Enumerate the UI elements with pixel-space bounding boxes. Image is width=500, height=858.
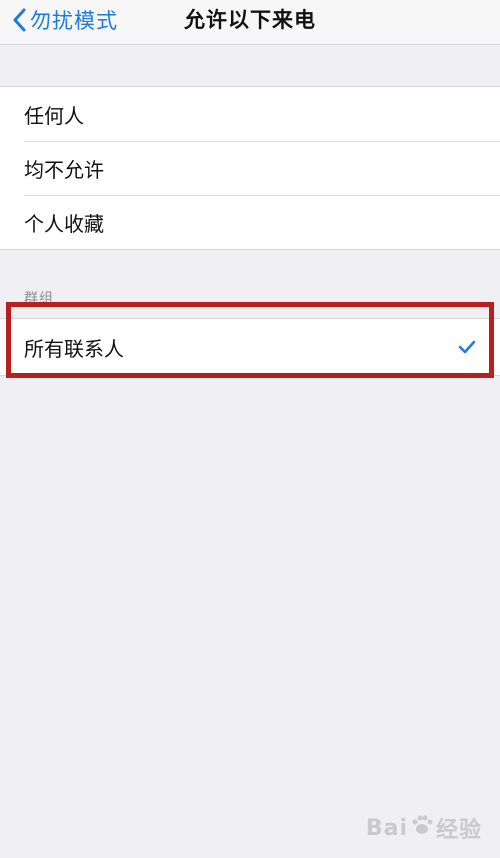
option-label: 个人收藏 bbox=[24, 211, 104, 236]
option-label: 任何人 bbox=[24, 103, 84, 128]
groups-section-header: 群组 bbox=[24, 291, 54, 307]
watermark-text-right: 经验 bbox=[435, 818, 482, 843]
watermark-text-left: Bai bbox=[365, 815, 408, 841]
option-favorites[interactable]: 个人收藏 bbox=[0, 195, 500, 249]
option-label: 均不允许 bbox=[24, 157, 104, 182]
option-everyone[interactable]: 任何人 bbox=[0, 87, 500, 141]
page-title: 允许以下来电 bbox=[184, 8, 316, 32]
baidu-watermark: Bai 经验 bbox=[366, 812, 482, 844]
navigation-bar: 勿扰模式 允许以下来电 bbox=[0, 0, 500, 45]
option-label: 所有联系人 bbox=[24, 336, 124, 361]
checkmark-icon bbox=[458, 335, 476, 359]
groups-list: 所有联系人 bbox=[0, 318, 500, 376]
option-no-one[interactable]: 均不允许 bbox=[0, 141, 500, 195]
option-all-contacts[interactable]: 所有联系人 bbox=[0, 319, 500, 375]
allow-calls-options: 任何人 均不允许 个人收藏 bbox=[0, 86, 500, 250]
paw-icon bbox=[408, 813, 436, 843]
settings-screen: 勿扰模式 允许以下来电 任何人 均不允许 个人收藏 群组 所有联系人 Bai 经… bbox=[0, 0, 500, 858]
